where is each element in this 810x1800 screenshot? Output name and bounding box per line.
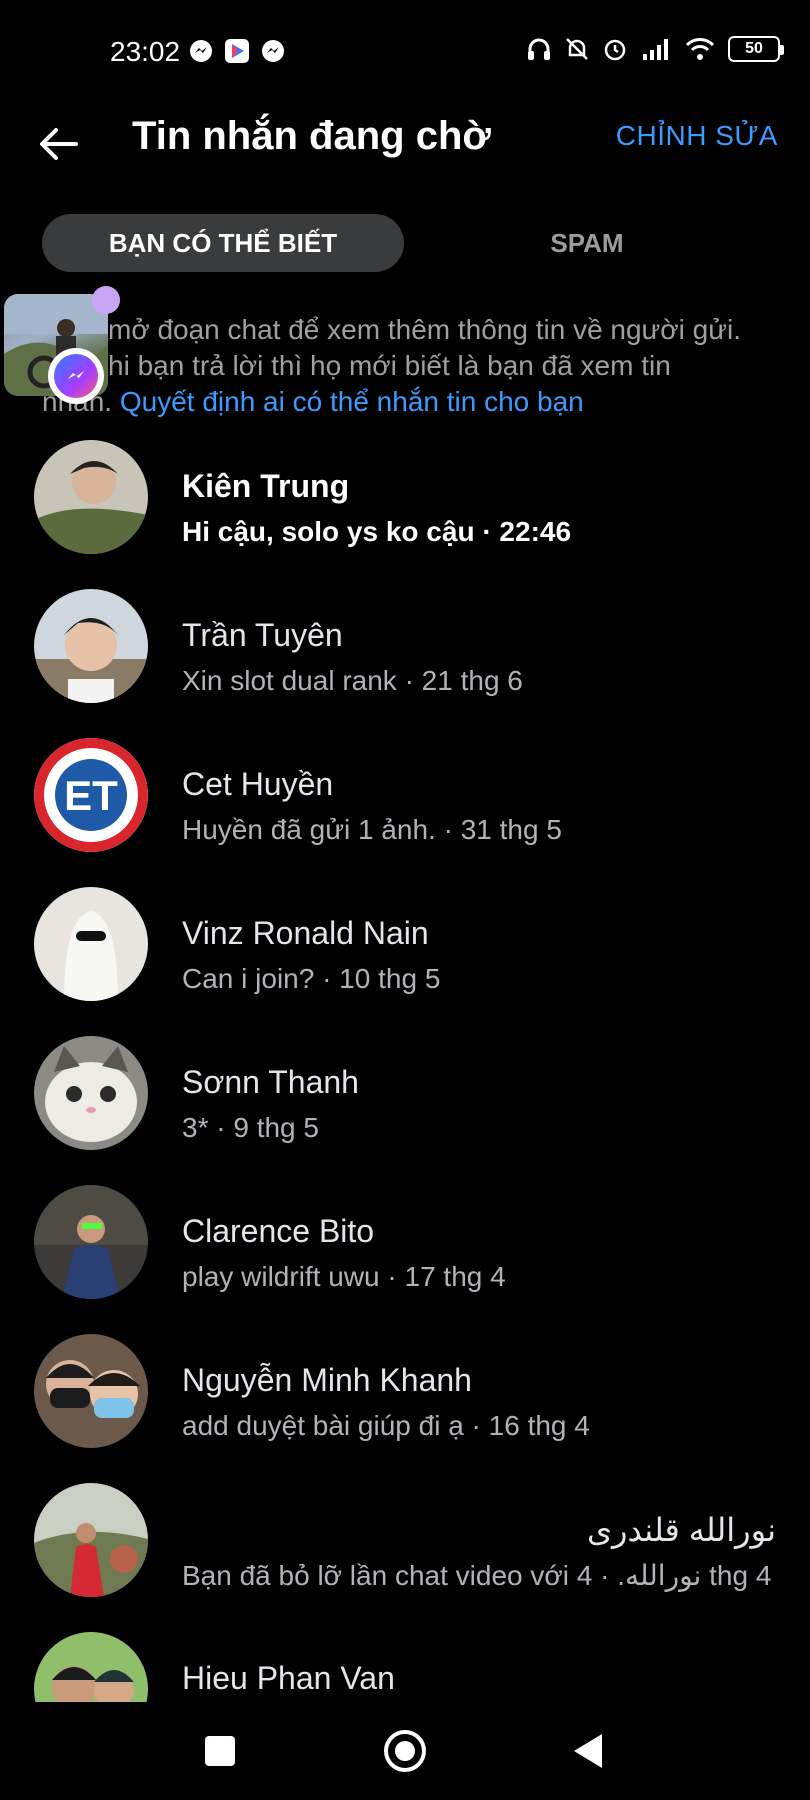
list-item[interactable]: ET Cet Huyền Huyền đã gửi 1 ảnh. · 31 th… <box>0 738 810 886</box>
list-item[interactable]: Clarence Bito play wildrift uwu · 17 thg… <box>0 1185 810 1333</box>
status-time: 23:02 <box>110 36 181 67</box>
avatar <box>34 1483 148 1597</box>
chat-preview: Huyền đã gửi 1 ảnh. · 31 thg 5 <box>182 814 562 845</box>
chat-name: Nguyễn Minh Khanh <box>182 1362 472 1398</box>
bell-off-icon <box>566 38 588 60</box>
avatar <box>34 589 148 703</box>
header: Tin nhắn đang chờ CHỈNH SỬA <box>0 104 810 214</box>
recents-button[interactable] <box>205 1736 235 1766</box>
avatar: ET <box>34 738 148 852</box>
alarm-icon <box>604 39 626 61</box>
chat-name: Trần Tuyên <box>182 617 343 653</box>
chat-name: Cet Huyền <box>182 766 334 802</box>
avatar <box>34 1036 148 1150</box>
list-item[interactable]: Kiên Trung Hi cậu, solo ys ko cậu · 22:4… <box>0 440 810 588</box>
svg-text:ET: ET <box>64 772 118 819</box>
chat-head-bubble[interactable] <box>4 286 120 404</box>
navigation-bar <box>0 1700 810 1800</box>
chat-preview: 3* · 9 thg 5 <box>182 1112 319 1143</box>
back-button[interactable] <box>30 116 86 172</box>
tab-spam[interactable]: SPAM <box>406 214 768 272</box>
tab-people-you-may-know[interactable]: BẠN CÓ THỂ BIẾT <box>42 214 404 272</box>
wifi-icon <box>685 38 715 60</box>
status-bar: 23:02 50 <box>0 0 810 104</box>
online-dot <box>92 286 120 314</box>
avatar <box>34 1334 148 1448</box>
system-back-button[interactable] <box>574 1734 602 1768</box>
list-item[interactable]: نورالله قلندری Bạn đã bỏ lỡ lần chat vid… <box>0 1483 810 1631</box>
chat-name: Vinz Ronald Nain <box>182 915 429 951</box>
info-line-2: hi bạn trả lời thì họ mới biết là bạn đã… <box>108 350 671 381</box>
avatar <box>34 1632 148 1702</box>
avatar <box>34 887 148 1001</box>
list-item[interactable]: Vinz Ronald Nain Can i join? · 10 thg 5 <box>0 887 810 1035</box>
privacy-settings-link[interactable]: Quyết định ai có thể nhắn tin cho bạn <box>120 386 584 417</box>
info-line-3: nhắn. Quyết định ai có thể nhắn tin cho … <box>42 384 782 420</box>
chat-name: Clarence Bito <box>182 1213 375 1249</box>
messenger-icon <box>262 40 284 62</box>
list-item[interactable]: Nguyễn Minh Khanh add duyệt bài giúp đi … <box>0 1334 810 1482</box>
chat-preview: play wildrift uwu · 17 thg 4 <box>182 1261 506 1292</box>
arrow-left-icon <box>40 128 78 160</box>
page-title: Tin nhắn đang chờ <box>132 114 491 158</box>
info-text: mở đoạn chat để xem thêm thông tin về ng… <box>42 312 782 420</box>
info-line-1: mở đoạn chat để xem thêm thông tin về ng… <box>108 314 741 345</box>
list-item[interactable]: Sơnn Thanh 3* · 9 thg 5 <box>0 1036 810 1184</box>
chat-preview: Can i join? · 10 thg 5 <box>182 963 441 994</box>
chat-preview: Bạn đã bỏ lỡ lần chat video với نورالله.… <box>182 1560 772 1591</box>
chat-preview: add duyệt bài giúp đi ạ · 16 thg 4 <box>182 1410 590 1441</box>
play-store-icon <box>225 39 249 63</box>
list-item[interactable]: Trần Tuyên Xin slot dual rank · 21 thg 6 <box>0 589 810 737</box>
signal-icon <box>643 39 668 60</box>
messenger-icon <box>190 40 212 62</box>
messenger-badge-icon <box>48 348 104 404</box>
battery-icon: 50 <box>728 36 784 62</box>
list-item[interactable]: Hieu Phan Van <box>0 1632 810 1702</box>
tab-bar: BẠN CÓ THỂ BIẾT SPAM <box>42 214 768 272</box>
avatar <box>34 1185 148 1299</box>
headphones-icon <box>528 38 550 60</box>
notification-icons <box>188 38 286 64</box>
system-icons: 50 <box>526 36 784 62</box>
avatar <box>34 440 148 554</box>
chat-preview: Xin slot dual rank · 21 thg 6 <box>182 665 523 696</box>
edit-button[interactable]: CHỈNH SỬA <box>616 120 778 152</box>
chat-preview: Hi cậu, solo ys ko cậu · 22:46 <box>182 516 572 547</box>
chat-name: نورالله قلندری <box>586 1512 776 1548</box>
chat-name: Sơnn Thanh <box>182 1064 359 1100</box>
chat-name: Kiên Trung <box>182 468 350 504</box>
chat-name: Hieu Phan Van <box>182 1660 395 1696</box>
home-button[interactable] <box>384 1730 426 1772</box>
